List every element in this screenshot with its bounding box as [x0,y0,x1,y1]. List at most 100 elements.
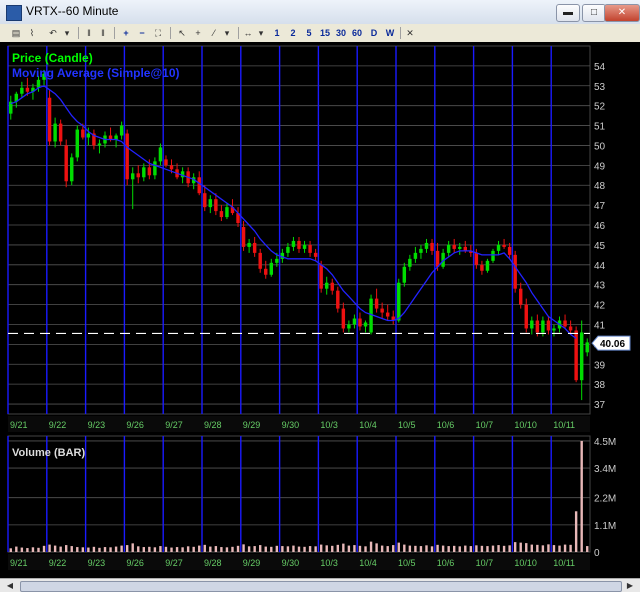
price-tick-label: 51 [594,122,606,133]
interval-5-button[interactable]: 5 [304,26,314,40]
volume-bar [336,544,339,552]
scroll-dropdown-icon[interactable]: ▾ [256,26,266,40]
candle [241,221,246,251]
chart-type-icon[interactable]: ▤ [10,26,22,40]
draw-line-icon[interactable]: ⁄ [208,26,220,40]
crosshair-icon[interactable]: + [192,26,204,40]
date-tick-label: 10/11 [553,558,575,568]
volume-bar [270,546,273,552]
candle [247,238,251,253]
maximize-button[interactable]: □ [582,4,606,22]
chart-toolbar: ▤ ⌇ ↶ ▾ ‖ ‖ + − ⛶ ↖ + ⁄ ▾ ↔ ▾ 1 2 5 15 3… [0,24,640,43]
candle [119,121,124,140]
scroll-left-icon[interactable]: ◀ [4,580,16,591]
volume-bar [214,546,218,552]
interval-60-button[interactable]: 60 [350,26,364,40]
volume-bar [137,546,140,552]
volume-bar [464,545,467,552]
volume-bar [480,545,484,552]
volume-bar [408,545,412,552]
chart-area: 373839404142434445464748495051525354 40.… [0,42,640,592]
undo-dropdown-icon[interactable]: ▾ [62,26,72,40]
price-tick-label: 42 [594,301,606,312]
candle [585,338,589,357]
interval-15-button[interactable]: 15 [318,26,332,40]
draw-dropdown-icon[interactable]: ▾ [222,26,232,40]
volume-bar [148,546,151,552]
candle [513,250,517,293]
scroll-right-icon[interactable]: ▶ [624,580,636,591]
candle [324,276,329,295]
volume-bar [247,546,251,552]
volume-bar [92,546,96,552]
volume-bar [26,548,29,552]
volume-bar [513,542,517,552]
volume-bar [87,547,90,552]
scroll-icon[interactable]: ↔ [242,26,254,40]
volume-bar [353,545,356,552]
chart-svg[interactable]: 373839404142434445464748495051525354 40.… [0,42,640,578]
candle [302,240,307,253]
date-tick-label: 9/23 [88,558,106,568]
date-tick-label: 10/6 [437,420,455,430]
candle [313,248,318,261]
price-tick-label: 44 [594,261,606,272]
candle [441,248,445,269]
interval-daily-button[interactable]: D [368,26,380,40]
grip-icon: ‖ [87,28,91,38]
candle [153,157,157,180]
candle [424,238,429,253]
candle [524,298,528,333]
volume-bar [286,546,290,552]
price-tick-label: 43 [594,281,606,292]
minimize-button[interactable]: ▬ [556,4,580,22]
scroll-thumb[interactable] [20,581,622,592]
candle [358,312,362,331]
price-tick-label: 48 [594,181,606,192]
interval-30-button[interactable]: 30 [334,26,348,40]
candle [158,143,163,166]
volume-bar [281,546,284,552]
date-tick-label: 10/6 [437,558,455,568]
app-icon [6,5,22,21]
volume-bar [430,546,434,552]
zoom-in-icon[interactable]: + [120,26,132,40]
volume-bar [164,546,168,552]
volume-bar [231,546,234,552]
pointer-icon[interactable]: ↖ [176,26,188,40]
interval-1-button[interactable]: 1 [272,26,282,40]
price-tick-label: 52 [594,102,606,113]
zoom-out-icon[interactable]: − [136,26,148,40]
volume-bar [125,545,129,552]
interval-2-button[interactable]: 2 [288,26,298,40]
volume-bar [76,547,79,552]
candle [546,316,551,335]
date-tick-label: 10/11 [553,420,575,430]
candle [136,165,140,184]
candle [446,240,451,257]
clear-icon[interactable]: ✕ [404,26,416,40]
volume-bar [580,440,583,552]
volume-bar [37,547,40,552]
candle [579,320,584,401]
volume-bar [358,545,362,552]
price-tick-label: 54 [594,62,606,73]
volume-bar [131,543,134,552]
close-button[interactable]: ✕ [604,4,640,22]
candle [491,248,495,263]
volume-bar [114,546,118,552]
volume-panel-frame [7,435,591,553]
date-tick-label: 9/30 [282,558,300,568]
candle [352,314,357,329]
date-tick-label: 9/29 [243,558,261,568]
date-tick-label: 9/26 [126,558,144,568]
date-tick-label: 9/28 [204,558,222,568]
undo-icon[interactable]: ↶ [46,26,60,40]
title-bar[interactable]: VRTX--60 Minute ▬ □ ✕ [0,0,640,25]
price-legend-label: Price (Candle) [12,51,93,65]
fit-icon[interactable]: ⛶ [152,26,164,40]
volume-bar [59,546,62,552]
indicator-icon[interactable]: ⌇ [26,26,38,40]
interval-weekly-button[interactable]: W [384,26,396,40]
horizontal-scrollbar[interactable]: ◀ ▶ [0,578,640,592]
